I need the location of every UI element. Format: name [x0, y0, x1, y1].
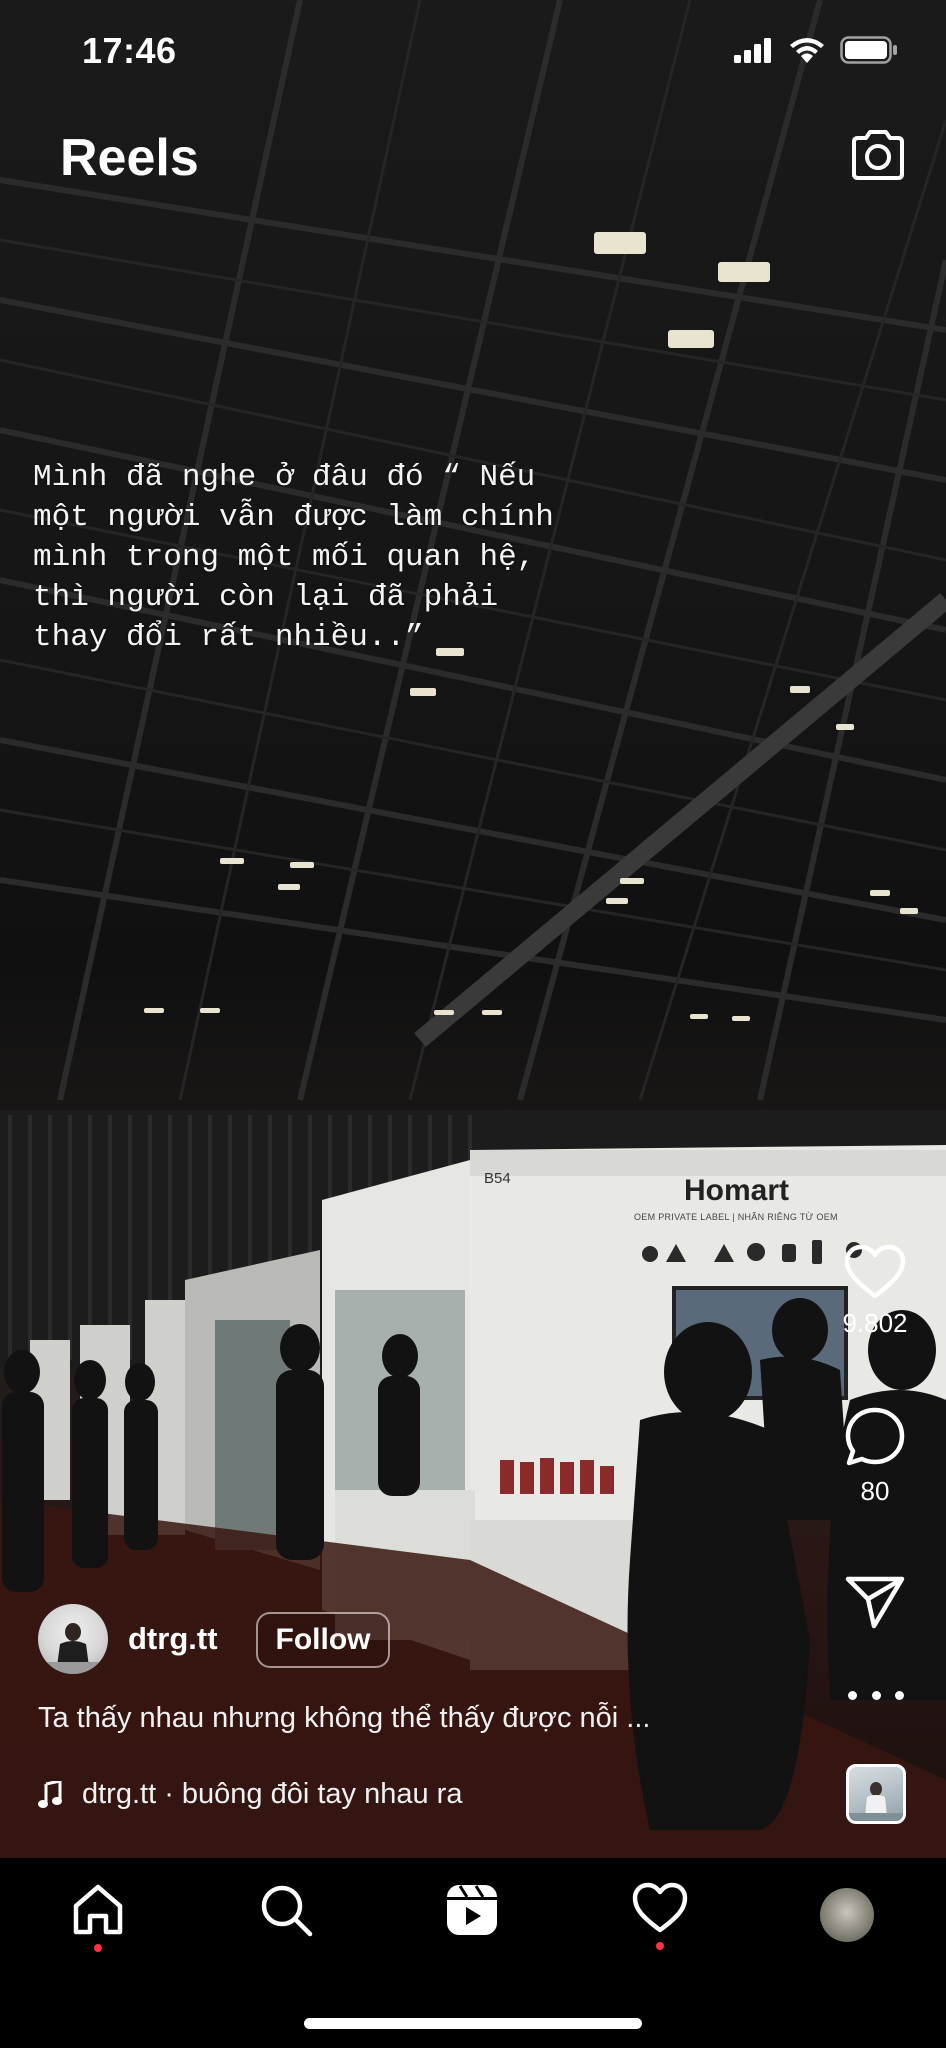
like-count: 9.802	[842, 1308, 908, 1338]
camera-button[interactable]	[848, 128, 912, 188]
audio-label: dtrg.tt · buông đôi tay nhau ra	[82, 1778, 463, 1810]
nav-home[interactable]	[53, 1882, 143, 1972]
status-bar: 17:46	[0, 0, 946, 105]
video-scene-illustration	[0, 0, 946, 1858]
like-action[interactable]: 9.802	[820, 1244, 930, 1339]
reels-icon	[447, 1885, 497, 1935]
share-action[interactable]	[820, 1574, 930, 1630]
cellular-signal-icon	[734, 38, 771, 63]
more-dot	[871, 1690, 881, 1700]
video-overlay-text: Mình đã nghe ở đâu đó “ Nếu một người vẫ…	[33, 460, 554, 655]
audio-row[interactable]: dtrg.tt · buông đôi tay nhau ra	[38, 1778, 462, 1811]
wifi-icon	[790, 38, 824, 63]
reel-video-frame[interactable]: B54 Homart OEM PRIVATE LABEL | NHÃN RIÊN…	[0, 0, 946, 1858]
activity-notification-dot	[656, 1942, 664, 1950]
comment-action[interactable]: 80	[820, 1406, 930, 1507]
nav-activity[interactable]	[615, 1882, 705, 1972]
nav-reels[interactable]	[427, 1882, 517, 1972]
booth-subtitle: OEM PRIVATE LABEL | NHÃN RIÊNG TỪ OEM	[634, 1212, 838, 1222]
more-dot	[895, 1690, 904, 1700]
follow-button[interactable]: Follow	[256, 1612, 390, 1668]
author-username[interactable]: dtrg.tt	[128, 1621, 218, 1657]
status-time: 17:46	[82, 30, 177, 71]
booth-sign-logo: Homart	[684, 1174, 790, 1207]
profile-avatar	[820, 1888, 874, 1942]
activity-heart-icon	[632, 1882, 688, 1933]
page-title: Reels	[60, 129, 199, 187]
booth-number: B54	[484, 1170, 511, 1187]
more-icon[interactable]	[848, 1680, 904, 1710]
camera-icon	[852, 130, 904, 180]
music-note-icon	[38, 1780, 62, 1808]
home-icon	[73, 1884, 123, 1935]
home-indicator[interactable]	[304, 2018, 642, 2029]
avatar[interactable]	[38, 1604, 108, 1674]
battery-icon	[840, 36, 897, 64]
audio-thumbnail[interactable]	[846, 1764, 906, 1824]
heart-icon[interactable]	[844, 1244, 906, 1300]
status-icons	[734, 36, 898, 64]
nav-search[interactable]	[241, 1882, 331, 1972]
more-dot	[848, 1690, 857, 1700]
audio-thumbnail-image	[849, 1782, 903, 1821]
home-notification-dot	[94, 1944, 102, 1952]
comment-icon[interactable]	[844, 1406, 906, 1468]
avatar-image	[38, 1623, 108, 1674]
search-icon	[261, 1885, 313, 1937]
reel-caption[interactable]: Ta thấy nhau nhưng không thể thấy được n…	[38, 1702, 828, 1735]
nav-profile[interactable]	[802, 1882, 892, 1972]
comment-count: 80	[860, 1476, 890, 1506]
send-icon[interactable]	[844, 1574, 906, 1630]
